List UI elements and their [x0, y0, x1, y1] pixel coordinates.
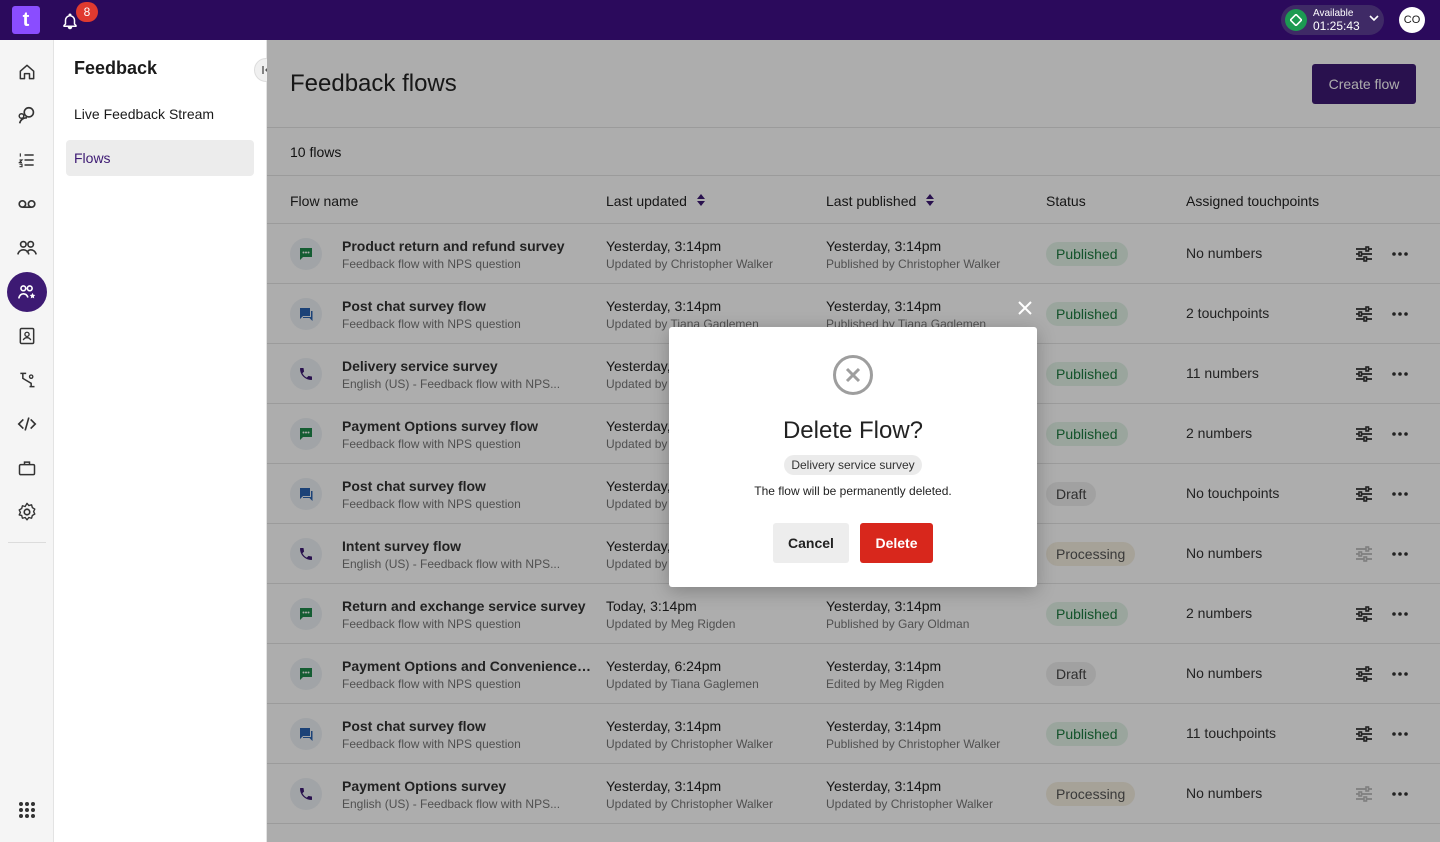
agent-status-selector[interactable]: Available 01:25:43 — [1281, 5, 1384, 35]
feedback-subnav: Feedback Live Feedback Stream Flows — [54, 40, 278, 842]
flow-name-chip: Delivery service survey — [784, 455, 922, 475]
nav-flows[interactable]: Flows — [66, 140, 254, 176]
delete-button[interactable]: Delete — [860, 523, 933, 563]
home-icon[interactable] — [7, 52, 47, 92]
voicemail-icon[interactable] — [7, 184, 47, 224]
cancel-button[interactable]: Cancel — [773, 523, 849, 563]
icon-rail — [0, 40, 54, 842]
top-bar: t 8 Available 01:25:43 CO — [0, 0, 1440, 40]
briefcase-icon[interactable] — [7, 448, 47, 488]
status-timer: 01:25:43 — [1313, 18, 1360, 33]
chevron-down-icon — [1368, 11, 1380, 29]
available-status-icon — [1285, 9, 1307, 31]
notification-count-badge: 8 — [76, 2, 98, 22]
user-avatar[interactable]: CO — [1399, 7, 1425, 33]
nav-live-feedback-stream[interactable]: Live Feedback Stream — [66, 96, 254, 132]
people-icon[interactable] — [7, 228, 47, 268]
flow-icon[interactable] — [7, 360, 47, 400]
subnav-title: Feedback — [74, 58, 158, 78]
contact-book-icon[interactable] — [7, 316, 47, 356]
status-label: Available — [1313, 7, 1354, 19]
dialog-title: Delete Flow? — [782, 417, 924, 444]
list-numbered-icon[interactable] — [7, 140, 47, 180]
close-icon[interactable] — [1014, 297, 1036, 319]
error-circle-icon — [832, 354, 874, 396]
delete-flow-dialog: Delete Flow? Delivery service survey The… — [669, 327, 1037, 587]
rail-divider — [8, 542, 46, 543]
code-icon[interactable] — [7, 404, 47, 444]
app-logo[interactable]: t — [12, 6, 40, 34]
conversation-icon[interactable] — [7, 96, 47, 136]
settings-icon[interactable] — [7, 492, 47, 532]
feedback-people-icon[interactable] — [7, 272, 47, 312]
apps-grid-icon[interactable] — [7, 790, 47, 830]
dialog-message: The flow will be permanently deleted. — [754, 484, 952, 498]
